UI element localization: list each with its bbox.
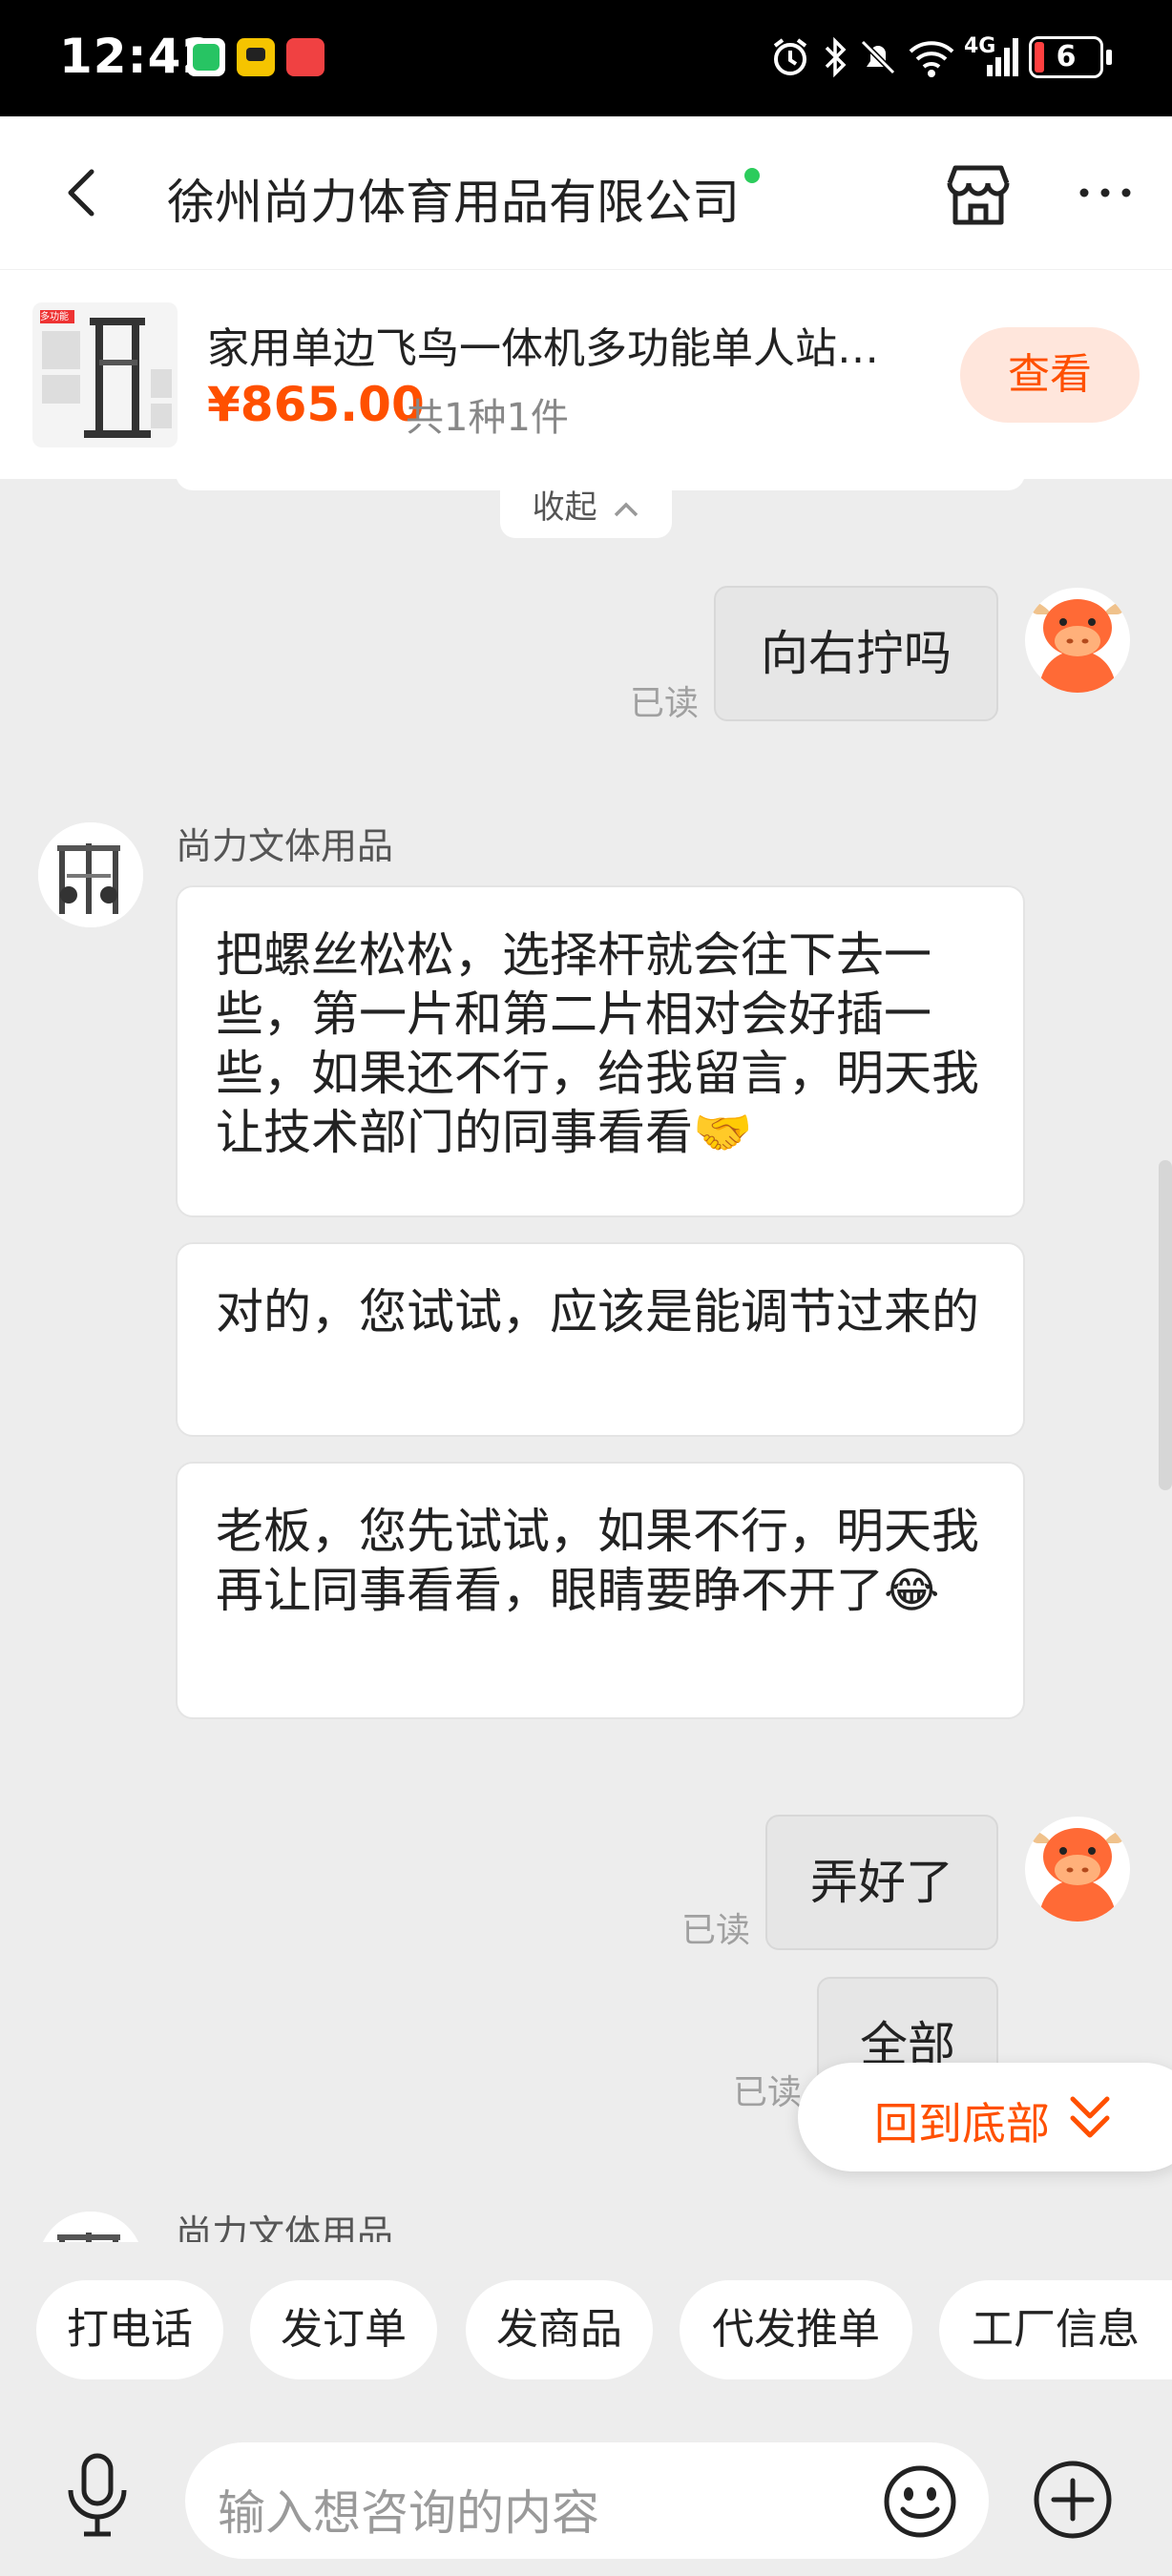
alarm-icon — [773, 38, 807, 75]
read-status: 已读 — [630, 684, 700, 723]
view-product-button[interactable]: 查看 — [960, 327, 1140, 423]
product-thumbnail[interactable]: 多功能 — [32, 302, 178, 447]
send-product-button[interactable]: 发商品 — [466, 2280, 653, 2379]
my-message-text: 弄好了 — [810, 1855, 953, 1910]
app-notification-icon — [187, 38, 225, 76]
scrollbar[interactable] — [1159, 1160, 1172, 1490]
product-thumb-label: 多功能 — [40, 312, 69, 322]
bluetooth-icon — [825, 36, 847, 78]
sender-name: 尚力文体用品 — [176, 2212, 394, 2242]
shop-message-text: 对的，您试试，应该是能调节过来的 — [216, 1284, 979, 1340]
shop-avatar[interactable] — [38, 822, 143, 927]
status-bar: 12:42 4G 6 — [0, 0, 1172, 116]
shop-message-bubble[interactable]: 老板，您先试试，如果不行，明天我再让同事看看，眼睛要睁不开了😂 — [176, 1462, 1025, 1719]
call-button[interactable]: 打电话 — [36, 2280, 223, 2379]
my-avatar[interactable] — [1025, 588, 1130, 693]
app-notification-icon — [237, 38, 275, 76]
battery-level: 6 — [1056, 40, 1077, 73]
back-icon[interactable] — [55, 166, 109, 219]
microphone-icon[interactable] — [59, 2452, 136, 2538]
product-image — [42, 318, 172, 438]
back-to-bottom-button[interactable]: 回到底部 — [798, 2063, 1172, 2171]
collapse-button[interactable]: 收起 — [500, 479, 672, 538]
news-app-icon — [286, 38, 324, 76]
quick-actions-bar: 打电话 发订单 发商品 代发推单 工厂信息 — [0, 2242, 1172, 2423]
shop-title: 徐州尚力体育用品有限公司 — [167, 175, 740, 230]
shop-message-text: 把螺丝松松，选择杆就会往下去一些，第一片和第二片相对会好插一些，如果还不行，给我… — [216, 927, 979, 1160]
collapse-label: 收起 — [532, 488, 597, 527]
shop-message-bubble[interactable]: 把螺丝松松，选择杆就会往下去一些，第一片和第二片相对会好插一些，如果还不行，给我… — [176, 885, 1025, 1217]
product-count: 共1种1件 — [406, 396, 569, 440]
shop-message-text: 老板，您先试试，如果不行，明天我再让同事看看，眼睛要睁不开了😂 — [216, 1504, 979, 1618]
shop-message-bubble[interactable]: 对的，您试试，应该是能调节过来的 — [176, 1242, 1025, 1437]
store-icon[interactable] — [940, 156, 1016, 233]
network-type: 4G — [964, 34, 996, 58]
sender-name: 尚力文体用品 — [176, 825, 394, 867]
back-to-bottom-label: 回到底部 — [874, 2098, 1050, 2150]
battery-icon: 6 — [1029, 36, 1103, 78]
mute-icon — [860, 39, 896, 75]
message-input[interactable]: 输入想咨询的内容 — [185, 2442, 989, 2559]
emoji-icon[interactable] — [882, 2463, 958, 2540]
send-order-button[interactable]: 发订单 — [250, 2280, 437, 2379]
read-status: 已读 — [681, 1911, 751, 1950]
message-input-bar: 输入想咨询的内容 — [0, 2423, 1172, 2576]
double-chevron-down-icon — [1070, 2096, 1110, 2138]
read-status: 已读 — [733, 2073, 803, 2112]
my-message-bubble[interactable]: 弄好了 — [765, 1815, 998, 1950]
my-avatar[interactable] — [1025, 1817, 1130, 1922]
shop-avatar[interactable] — [38, 2212, 143, 2242]
chevron-up-icon — [615, 502, 638, 516]
wifi-icon — [909, 41, 954, 77]
dropship-order-button[interactable]: 代发推单 — [680, 2280, 912, 2379]
my-message-bubble[interactable]: 向右拧吗 — [714, 586, 998, 721]
my-message-text: 向右拧吗 — [761, 626, 952, 681]
chat-header: 徐州尚力体育用品有限公司 — [0, 116, 1172, 269]
online-status-dot — [744, 168, 760, 183]
product-name: 家用单边飞鸟一体机多功能单人站… — [207, 324, 879, 373]
factory-info-button[interactable]: 工厂信息 — [939, 2280, 1172, 2379]
product-card[interactable]: 多功能 家用单边飞鸟一体机多功能单人站… ¥865.00 共1种1件 查看 — [0, 269, 1172, 479]
product-price: ¥865.00 — [207, 377, 425, 432]
input-placeholder: 输入想咨询的内容 — [218, 2485, 599, 2541]
chat-area[interactable]: 收起 已读 向右拧吗 尚力文体用品 把螺丝松松，选择杆就会往下去一些，第一片和第… — [0, 479, 1172, 2242]
plus-icon[interactable] — [1033, 2460, 1113, 2540]
more-icon[interactable] — [1077, 183, 1134, 202]
